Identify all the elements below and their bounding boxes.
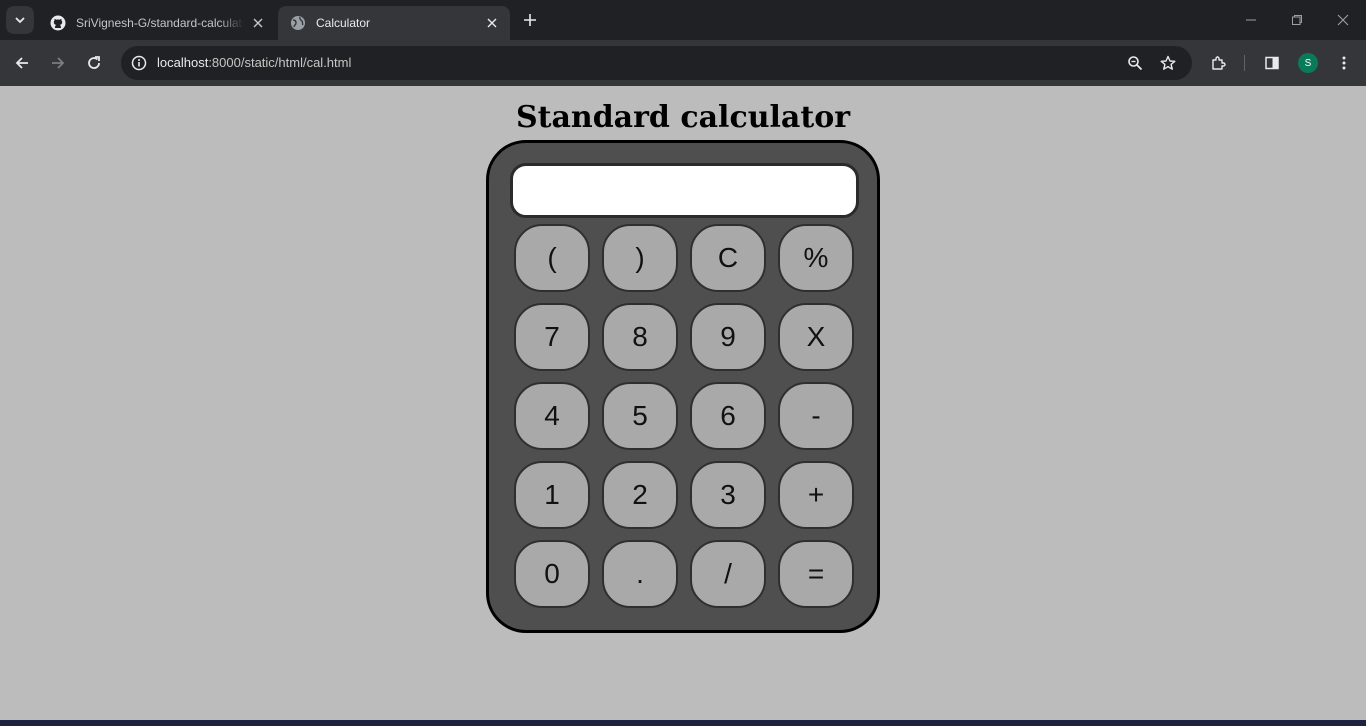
address-bar[interactable]: localhost:8000/static/html/cal.html <box>121 46 1192 80</box>
key-1[interactable]: 1 <box>514 461 590 529</box>
close-icon <box>1337 14 1349 26</box>
plus-icon <box>524 14 536 26</box>
key-decimal[interactable]: . <box>602 540 678 608</box>
tab-strip: SriVignesh-G/standard-calculator Calcula… <box>0 0 1366 40</box>
url-path: :8000/static/html/cal.html <box>208 55 352 70</box>
key-open-paren[interactable]: ( <box>514 224 590 292</box>
menu-icon <box>1342 56 1346 70</box>
minimize-button[interactable] <box>1228 0 1274 40</box>
key-subtract[interactable]: - <box>778 382 854 450</box>
close-icon[interactable] <box>484 15 500 31</box>
new-tab-button[interactable] <box>518 8 542 32</box>
url-host: localhost <box>157 55 209 70</box>
key-add[interactable]: + <box>778 461 854 529</box>
reload-icon <box>88 56 100 69</box>
back-button[interactable] <box>8 49 36 77</box>
taskbar-edge <box>0 720 1366 726</box>
key-close-paren[interactable]: ) <box>602 224 678 292</box>
key-9[interactable]: 9 <box>690 303 766 371</box>
close-icon[interactable] <box>250 15 266 31</box>
tab-title: Calculator <box>316 16 371 30</box>
calculator: ( ) C % 7 8 9 X 4 5 6 - 1 2 3 + 0 . / = <box>486 140 880 633</box>
key-4[interactable]: 4 <box>514 382 590 450</box>
tab-calculator[interactable]: Calculator <box>278 6 510 40</box>
key-multiply[interactable]: X <box>778 303 854 371</box>
profile-avatar[interactable]: S <box>1298 53 1318 73</box>
tab-title: SriVignesh-G/standard-calculator <box>76 16 244 30</box>
zoom-icon[interactable] <box>1123 51 1147 75</box>
key-3[interactable]: 3 <box>690 461 766 529</box>
key-0[interactable]: 0 <box>514 540 590 608</box>
bookmark-star-icon[interactable] <box>1156 51 1180 75</box>
chevron-down-icon <box>15 17 25 24</box>
menu-button[interactable] <box>1330 49 1358 77</box>
extensions-icon <box>1212 56 1226 70</box>
maximize-button[interactable] <box>1274 0 1320 40</box>
tab-github[interactable]: SriVignesh-G/standard-calculator <box>38 6 276 40</box>
site-info-icon[interactable] <box>127 51 151 75</box>
restore-icon <box>1292 15 1302 25</box>
close-window-button[interactable] <box>1320 0 1366 40</box>
forward-icon <box>52 57 65 69</box>
key-equals[interactable]: = <box>778 540 854 608</box>
globe-icon <box>290 15 306 31</box>
key-6[interactable]: 6 <box>690 382 766 450</box>
url-text[interactable]: localhost:8000/static/html/cal.html <box>157 55 351 70</box>
key-divide[interactable]: / <box>690 540 766 608</box>
side-panel-icon <box>1265 56 1279 70</box>
side-panel-button[interactable] <box>1258 49 1286 77</box>
github-icon <box>50 15 66 31</box>
forward-button[interactable] <box>44 49 72 77</box>
tab-search-button[interactable] <box>6 6 34 34</box>
key-8[interactable]: 8 <box>602 303 678 371</box>
browser-toolbar: localhost:8000/static/html/cal.html <box>0 40 1366 86</box>
page-title: Standard calculator <box>515 100 851 135</box>
key-2[interactable]: 2 <box>602 461 678 529</box>
key-7[interactable]: 7 <box>514 303 590 371</box>
toolbar-divider <box>1244 55 1245 71</box>
key-percent[interactable]: % <box>778 224 854 292</box>
back-icon <box>15 57 28 69</box>
key-clear[interactable]: C <box>690 224 766 292</box>
minimize-icon <box>1246 19 1256 21</box>
extensions-button[interactable] <box>1204 49 1232 77</box>
key-5[interactable]: 5 <box>602 382 678 450</box>
calculator-display[interactable] <box>510 163 859 218</box>
reload-button[interactable] <box>80 49 108 77</box>
